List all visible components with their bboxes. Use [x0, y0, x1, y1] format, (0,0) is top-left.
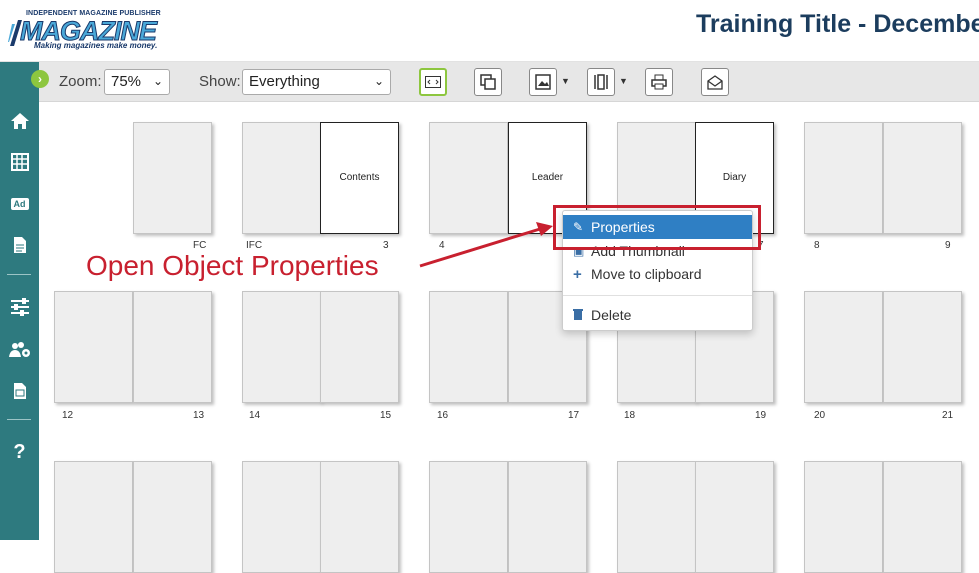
menu-divider: [563, 295, 752, 296]
page-thumbnail[interactable]: [804, 291, 883, 403]
page-number: 9: [945, 240, 951, 251]
page-thumbnail[interactable]: [320, 291, 399, 403]
sidebar-divider: [7, 274, 31, 275]
spread-view-button[interactable]: [474, 68, 502, 96]
menu-item-label: Delete: [591, 307, 632, 323]
sidebar: Ad ?: [0, 62, 39, 540]
print-button[interactable]: [645, 68, 673, 96]
show-label: Show:: [199, 73, 241, 90]
page-thumbnail[interactable]: [883, 122, 962, 234]
printer-icon: [651, 74, 667, 90]
page-label: Leader: [531, 172, 564, 183]
page-number: 18: [624, 410, 636, 421]
toolbar: › Zoom: 75% ⌄ Show: Everything ⌄ ▼ ▼: [31, 62, 979, 102]
page-label: Contents: [339, 172, 380, 183]
ad-icon-label: Ad: [10, 198, 29, 210]
page-thumbnail[interactable]: Contents: [320, 122, 399, 234]
flatplan-grid: FC Contents IFC 3 Leader 4 Diary 7 8 9 1…: [39, 102, 979, 573]
sliders-icon[interactable]: [0, 295, 39, 319]
page-thumbnail[interactable]: [54, 461, 133, 573]
collapse-sidebar-chevron-icon[interactable]: ›: [31, 70, 49, 88]
page-thumbnail[interactable]: [242, 461, 321, 573]
page-number: 12: [62, 410, 74, 421]
app-header: INDEPENDENT MAGAZINE PUBLISHER MAGAZINE …: [0, 0, 979, 62]
page-thumbnail[interactable]: [617, 461, 696, 573]
page-number: 20: [814, 410, 826, 421]
email-button[interactable]: [701, 68, 729, 96]
page-thumbnail[interactable]: [429, 291, 508, 403]
show-select[interactable]: Everything ⌄: [242, 69, 391, 95]
menu-item-delete[interactable]: Delete: [563, 303, 752, 327]
page-label: Diary: [722, 172, 747, 183]
report-icon[interactable]: [0, 379, 39, 403]
page-number: 14: [249, 410, 261, 421]
zoom-label: Zoom:: [59, 73, 102, 90]
envelope-open-icon: [707, 75, 723, 90]
expand-horizontal-icon: [425, 76, 441, 88]
page-thumbnail[interactable]: [695, 461, 774, 573]
menu-item-move-to-clipboard[interactable]: + Move to clipboard: [563, 262, 752, 286]
magazine-logo[interactable]: INDEPENDENT MAGAZINE PUBLISHER MAGAZINE …: [6, 10, 161, 52]
page-thumbnail[interactable]: [242, 122, 321, 234]
zoom-select[interactable]: 75% ⌄: [104, 69, 170, 95]
users-gear-icon[interactable]: [0, 338, 39, 362]
page-thumbnail[interactable]: [883, 461, 962, 573]
page-thumbnail[interactable]: [804, 122, 883, 234]
page-number: 15: [380, 410, 392, 421]
columns-icon: [594, 74, 608, 90]
fit-width-button[interactable]: [419, 68, 447, 96]
annotation-text: Open Object Properties: [86, 250, 379, 281]
column-options-caret-icon[interactable]: ▼: [619, 76, 628, 86]
page-thumbnail[interactable]: [429, 122, 508, 234]
page-thumbnail[interactable]: [133, 461, 212, 573]
page-thumbnail[interactable]: [242, 291, 321, 403]
document-icon[interactable]: [0, 233, 39, 257]
annotation-highlight-box: [553, 205, 761, 250]
image-options-button[interactable]: [529, 68, 557, 96]
page-thumbnail[interactable]: [133, 122, 212, 234]
page-thumbnail[interactable]: [804, 461, 883, 573]
page-number: 19: [755, 410, 767, 421]
help-icon[interactable]: ?: [0, 440, 39, 464]
page-number: 8: [814, 240, 820, 251]
logo-tagline: Making magazines make money.: [34, 41, 158, 50]
page-number: 16: [437, 410, 449, 421]
page-number: 3: [383, 240, 389, 251]
chevron-down-icon: ⌄: [152, 74, 163, 88]
page-thumbnail[interactable]: [54, 291, 133, 403]
page-number: 17: [568, 410, 580, 421]
page-number: 21: [942, 410, 954, 421]
column-options-button[interactable]: [587, 68, 615, 96]
trash-icon: [573, 308, 591, 323]
plus-icon: +: [573, 265, 582, 283]
sidebar-divider: [7, 419, 31, 420]
show-value: Everything: [249, 73, 320, 90]
page-thumbnail[interactable]: [508, 461, 587, 573]
chevron-down-icon: ⌄: [373, 74, 384, 88]
page-title: Training Title - Decembe: [696, 10, 979, 38]
overlap-pages-icon: [480, 74, 496, 90]
menu-item-label: Move to clipboard: [591, 266, 702, 282]
ad-icon[interactable]: Ad: [0, 192, 39, 216]
page-number: 13: [193, 410, 205, 421]
grid-icon[interactable]: [0, 150, 39, 174]
page-thumbnail[interactable]: [320, 461, 399, 573]
page-thumbnail[interactable]: [429, 461, 508, 573]
image-icon: [535, 74, 551, 90]
zoom-value: 75%: [111, 73, 142, 90]
page-thumbnail[interactable]: [133, 291, 212, 403]
page-number: 4: [439, 240, 445, 251]
page-thumbnail[interactable]: [883, 291, 962, 403]
image-options-caret-icon[interactable]: ▼: [561, 76, 570, 86]
home-icon[interactable]: [0, 109, 39, 133]
